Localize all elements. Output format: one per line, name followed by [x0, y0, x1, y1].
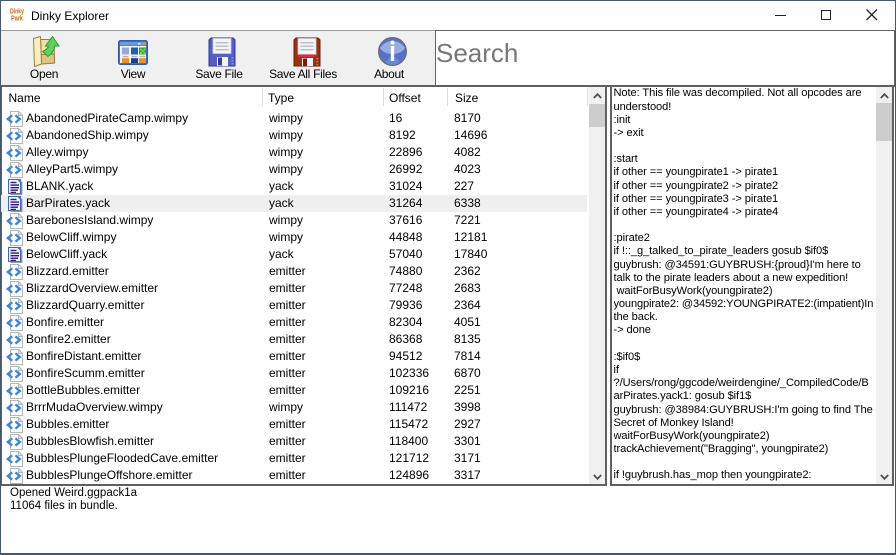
svg-text:Park: Park	[11, 14, 24, 23]
